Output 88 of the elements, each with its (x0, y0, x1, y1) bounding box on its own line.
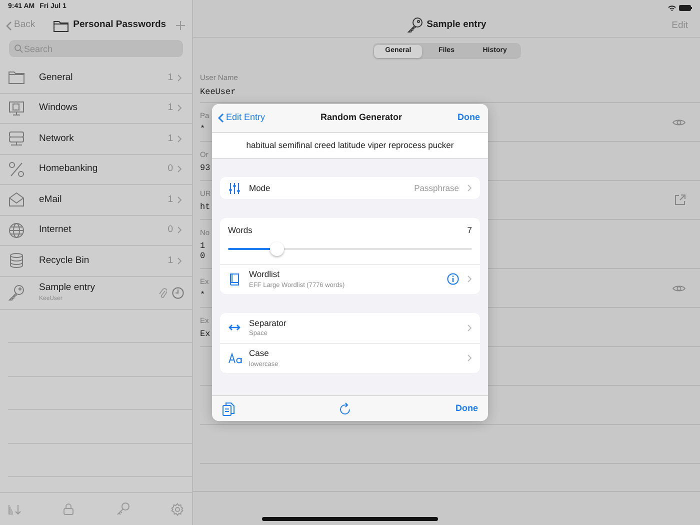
group-count: 1 (168, 192, 173, 207)
envelope-icon (8, 191, 25, 208)
back-link[interactable]: Edit Entry (218, 111, 266, 125)
chevron-icon (177, 134, 182, 143)
chevron-icon (467, 275, 472, 284)
words-label: Words (228, 224, 252, 237)
group-count: 1 (168, 254, 173, 268)
entry-title: Sample entry (39, 280, 96, 295)
wifi-icon (668, 4, 676, 10)
book-icon (228, 272, 241, 286)
field-value: KeeUser (200, 86, 236, 97)
key-icon (406, 17, 423, 33)
paperclip-icon (158, 286, 167, 298)
search-icon (14, 44, 23, 53)
field-value: Ex (200, 329, 210, 340)
folder-icon (8, 69, 25, 86)
group-count: 1 (168, 70, 173, 85)
group-count: 0 (168, 223, 173, 238)
globe-icon (8, 222, 25, 239)
field-value: * (200, 290, 206, 300)
add-icon[interactable] (175, 20, 186, 31)
field-value: 1 0 (200, 240, 206, 262)
folder-icon (53, 19, 70, 32)
chevron-icon (177, 74, 182, 82)
group-row[interactable]: Internet 0 (0, 216, 192, 246)
done-button[interactable]: Done (456, 402, 478, 416)
settings-icon[interactable] (170, 502, 184, 516)
group-row[interactable]: General 1 (0, 63, 192, 94)
group-name: eMail (39, 192, 63, 207)
dialog-title: Random Generator (320, 111, 402, 124)
chevron-icon (467, 354, 472, 362)
sort-icon[interactable] (8, 504, 22, 514)
chevron-icon (467, 324, 472, 332)
lock-icon[interactable] (63, 503, 74, 515)
chevron-left-icon (218, 113, 224, 123)
group-count: 0 (168, 162, 173, 176)
percent-icon (8, 160, 25, 178)
slider-thumb[interactable] (270, 242, 284, 256)
chevron-icon (177, 196, 182, 204)
sliders-icon (228, 182, 241, 194)
group-name: Windows (39, 101, 79, 116)
group-row[interactable]: eMail 1 (0, 185, 192, 216)
generated-passphrase: habitual semifinal creed latitude viper reprocess pucker (212, 133, 488, 159)
group-name: Internet (39, 223, 72, 238)
group-row[interactable]: Homebanking 0 (0, 154, 192, 185)
chevron-icon (177, 104, 182, 112)
mode-value: Passphrase (414, 182, 459, 194)
group-count: 1 (168, 101, 173, 116)
chevron-left-icon (6, 20, 12, 30)
group-name: Homebanking (39, 162, 99, 176)
text-size-icon (228, 352, 243, 365)
mode-label: Mode (249, 182, 272, 194)
done-button[interactable]: Done (458, 111, 480, 125)
info-icon[interactable] (447, 273, 459, 286)
option-label: Separator (249, 316, 288, 330)
eye-icon[interactable] (672, 118, 686, 126)
group-row[interactable]: Recycle Bin 1 (0, 246, 192, 276)
key-tag-icon[interactable] (116, 502, 130, 516)
computer-icon (8, 100, 25, 117)
group-name: Network (39, 132, 75, 146)
folder-title: Personal Passwords (73, 18, 166, 32)
group-row[interactable]: Windows 1 (0, 94, 192, 124)
entry-title: Sample entry (426, 18, 486, 32)
key-icon (8, 284, 25, 301)
group-count: 1 (168, 132, 173, 146)
battery-icon (679, 4, 692, 10)
refresh-icon[interactable] (339, 402, 352, 415)
clock-icon (172, 286, 184, 298)
group-name: General (39, 70, 74, 85)
wordlist-label: Wordlist (249, 268, 281, 281)
mode-row[interactable]: Mode Passphrase (220, 177, 480, 199)
chevron-icon (467, 184, 472, 192)
option-label: Case (249, 347, 270, 360)
external-link-icon[interactable] (674, 194, 686, 206)
field-value: * (200, 124, 206, 134)
server-icon (8, 130, 25, 148)
chevron-icon (177, 226, 182, 234)
words-slider[interactable] (228, 242, 472, 256)
group-row[interactable]: Network 1 (0, 124, 192, 154)
copy-icon[interactable] (222, 402, 235, 416)
eye-icon[interactable] (672, 284, 686, 292)
chevron-icon (177, 256, 182, 265)
field-value: ht (200, 202, 210, 212)
field-value: 93 (200, 163, 210, 174)
database-icon (8, 252, 25, 270)
words-count: 7 (467, 224, 472, 237)
group-name: Recycle Bin (39, 254, 90, 268)
chevron-icon (177, 165, 182, 174)
